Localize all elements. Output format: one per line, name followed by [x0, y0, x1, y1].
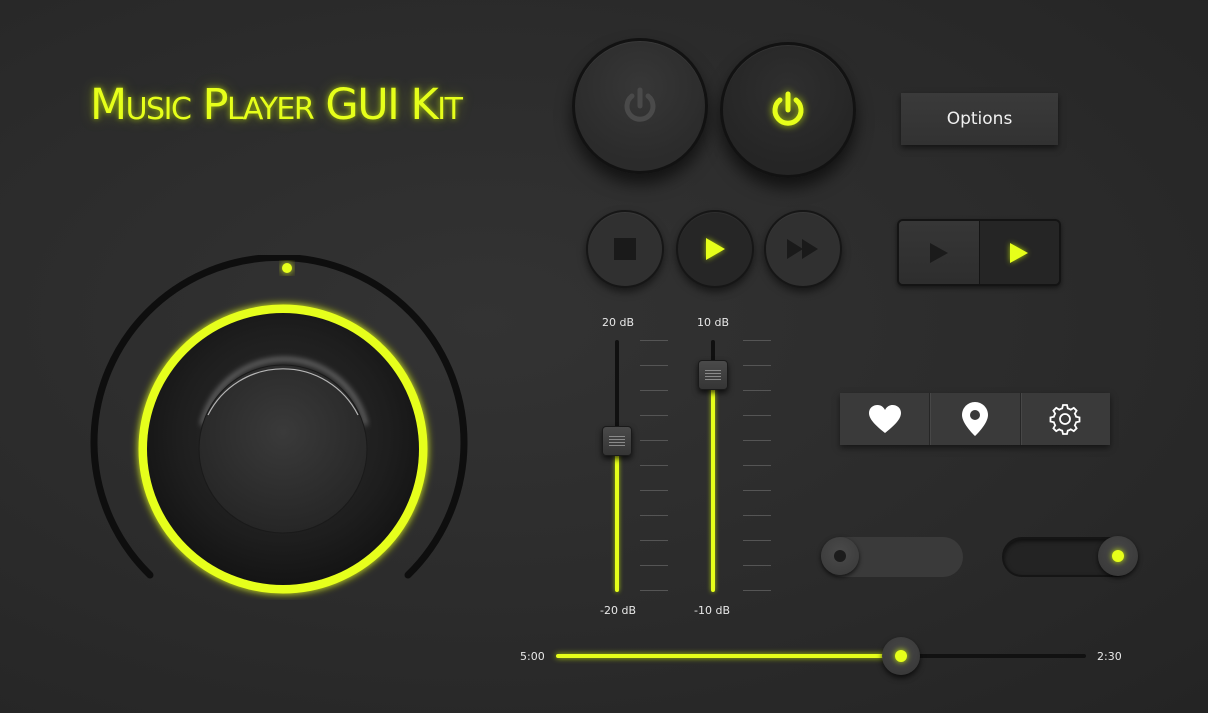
options-button[interactable]: Options: [901, 93, 1058, 145]
toggle-led-on: [1112, 550, 1124, 562]
progress-thumb[interactable]: [881, 637, 920, 675]
fader-1-bottom-label: -20 dB: [600, 604, 636, 617]
fader-1-fill: [615, 440, 619, 592]
fader-scale-tick: [743, 490, 771, 491]
play-toggle-group: [897, 219, 1061, 286]
fader-scale-tick: [743, 515, 771, 516]
play-button[interactable]: [676, 210, 754, 288]
settings-button[interactable]: [1019, 393, 1110, 445]
progress-start-time: 5:00: [520, 650, 545, 663]
icon-bar: [840, 393, 1110, 445]
toggle-knob-on[interactable]: [1098, 536, 1138, 576]
fader-2-bottom-label: -10 dB: [694, 604, 730, 617]
volume-knob[interactable]: [90, 253, 475, 600]
play-icon: [1010, 242, 1029, 263]
fader-scale-tick: [640, 365, 668, 366]
gear-icon: [1049, 404, 1081, 435]
power-icon: [624, 87, 656, 122]
fader-1-top-label: 20 dB: [602, 316, 635, 329]
fader-2-top-label: 10 dB: [697, 316, 730, 329]
fast-forward-button[interactable]: [764, 210, 842, 288]
fader-scale-tick: [640, 440, 668, 441]
fader-scale-tick: [743, 465, 771, 466]
fader-scale-tick: [743, 415, 771, 416]
fader-2-fill: [711, 375, 715, 592]
play-icon: [929, 242, 948, 263]
play-icon: [706, 238, 725, 260]
play-toggle-left[interactable]: [899, 221, 980, 284]
stop-icon: [614, 238, 636, 260]
location-pin-icon: [961, 402, 988, 436]
knob-indicator-dot: [282, 263, 292, 273]
fader-2-handle[interactable]: [698, 360, 728, 391]
fader-scale-tick: [743, 340, 771, 341]
fader-scale-tick: [743, 390, 771, 391]
heart-icon: [868, 405, 901, 433]
fader-scale-tick: [640, 390, 668, 391]
fader-scale-tick: [640, 415, 668, 416]
fader-scale-tick: [640, 540, 668, 541]
progress-fill: [556, 654, 901, 658]
toggle-led-off: [834, 550, 846, 562]
fader-scale-tick: [743, 565, 771, 566]
fader-scale-tick: [640, 465, 668, 466]
power-off-button[interactable]: [572, 38, 708, 174]
location-button[interactable]: [929, 393, 1019, 445]
play-toggle-right[interactable]: [979, 221, 1059, 284]
fader-scale-tick: [743, 365, 771, 366]
fader-scale-tick: [640, 515, 668, 516]
page-title: Music Player GUI Kit: [90, 80, 463, 130]
fader-scale-tick: [743, 440, 771, 441]
favorite-button[interactable]: [840, 393, 929, 445]
fast-forward-icon: [787, 239, 818, 259]
knob-cap: [198, 364, 368, 534]
fader-scale-tick: [743, 540, 771, 541]
fader-scale-tick: [640, 490, 668, 491]
fader-scale-tick: [640, 340, 668, 341]
fader-scale-tick: [640, 565, 668, 566]
power-icon: [772, 91, 804, 126]
power-on-button[interactable]: [720, 42, 856, 178]
progress-thumb-led: [894, 650, 907, 662]
fader-1-handle[interactable]: [602, 425, 632, 456]
progress-end-time: 2:30: [1097, 650, 1122, 663]
toggle-knob-off[interactable]: [821, 537, 859, 575]
fader-scale-tick: [743, 590, 771, 591]
fader-scale-tick: [640, 590, 668, 591]
stop-button[interactable]: [586, 210, 664, 288]
